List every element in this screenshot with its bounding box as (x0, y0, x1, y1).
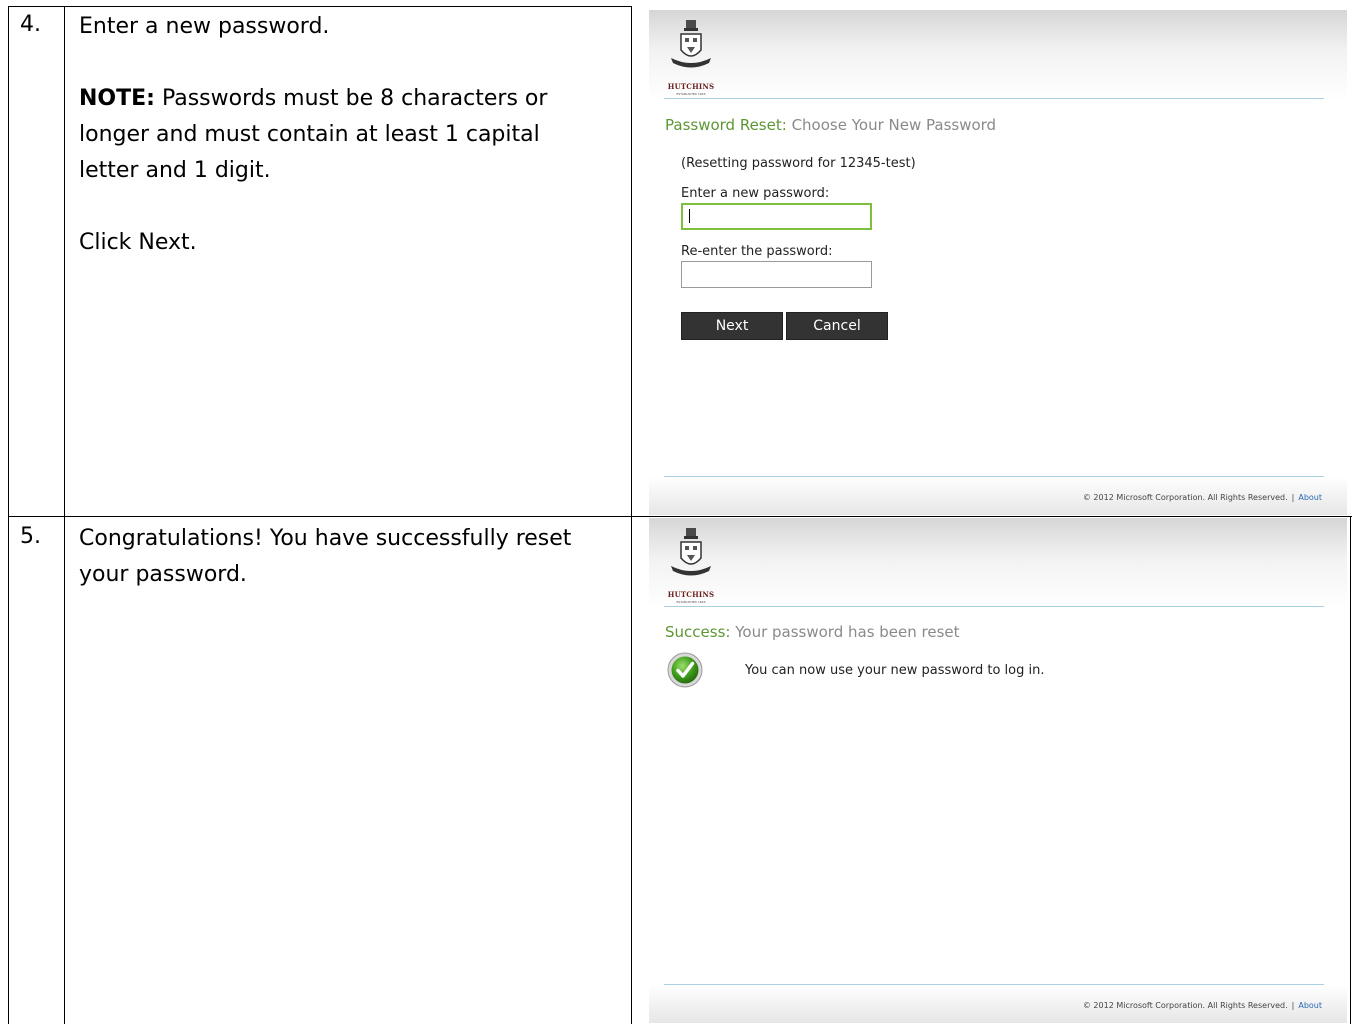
note-text-line2: longer and must contain at least 1 capit… (79, 122, 540, 147)
note-text-line3: letter and 1 digit. (79, 158, 271, 183)
reenter-password-input[interactable] (681, 261, 872, 288)
heading-title: Choose Your New Password (791, 116, 997, 134)
step-number: 4. (20, 12, 41, 37)
header-banner (649, 518, 1347, 608)
page-heading: Success: Your password has been reset (665, 623, 960, 641)
resetting-for-text: (Resetting password for 12345-test) (681, 156, 916, 171)
footer-copyright: © 2012 Microsoft Corporation. All Rights… (1082, 1001, 1288, 1010)
footer-separator: | (1291, 1001, 1295, 1010)
footer: © 2012 Microsoft Corporation. All Rights… (649, 477, 1347, 515)
cancel-button[interactable]: Cancel (786, 312, 888, 340)
hutchins-logo: HUTCHINS ESTABLISHED 1846 (663, 16, 719, 96)
table-left-border (8, 6, 9, 1024)
heading-title: Your password has been reset (735, 623, 960, 641)
school-crest-icon (671, 20, 711, 68)
heading-label: Password Reset: (665, 116, 787, 134)
text-caret (689, 209, 690, 223)
table-right-border (1350, 516, 1351, 1024)
page-heading: Password Reset: Choose Your New Password (665, 116, 996, 134)
logo-text: HUTCHINS (667, 590, 715, 599)
heading-label: Success: (665, 623, 731, 641)
step-action: Click Next. (79, 230, 197, 255)
success-checkmark-icon (667, 652, 703, 688)
password-reset-success-screenshot: HUTCHINS ESTABLISHED 1846 Success: Your … (649, 518, 1347, 1024)
footer-copyright: © 2012 Microsoft Corporation. All Rights… (1082, 493, 1288, 502)
password-reset-screenshot: HUTCHINS ESTABLISHED 1846 Password Reset… (649, 10, 1347, 515)
step-message-line1: Congratulations! You have successfully r… (79, 526, 572, 551)
footer-text: © 2012 Microsoft Corporation. All Rights… (1083, 1001, 1322, 1010)
new-password-label: Enter a new password: (681, 186, 830, 201)
footer-text: © 2012 Microsoft Corporation. All Rights… (1083, 493, 1322, 502)
password-requirements-note: NOTE: Passwords must be 8 characters or (79, 81, 619, 117)
step-number: 5. (20, 524, 41, 549)
logo-text: HUTCHINS (667, 82, 715, 91)
table-row-divider (8, 516, 1352, 517)
header-divider (664, 98, 1324, 99)
step-message: Congratulations! You have successfully r… (79, 521, 624, 593)
header-banner (649, 10, 1347, 100)
school-crest-icon (671, 528, 711, 576)
step-instruction: Enter a new password. (79, 14, 330, 39)
about-link[interactable]: About (1298, 1001, 1322, 1010)
table-top-border (8, 6, 632, 7)
logo-subtext: ESTABLISHED 1846 (676, 92, 706, 96)
new-password-input[interactable] (681, 203, 872, 230)
logo-subtext: ESTABLISHED 1846 (676, 600, 706, 604)
footer: © 2012 Microsoft Corporation. All Rights… (649, 985, 1347, 1023)
hutchins-logo: HUTCHINS ESTABLISHED 1846 (663, 524, 719, 604)
note-label: NOTE: (79, 86, 155, 111)
note-text-line1: Passwords must be 8 characters or (154, 86, 548, 111)
footer-separator: | (1291, 493, 1295, 502)
success-message: You can now use your new password to log… (745, 663, 1045, 678)
header-divider (664, 606, 1324, 607)
step-message-line2: your password. (79, 562, 247, 587)
step-instructions: Enter a new password. NOTE: Passwords mu… (79, 9, 619, 261)
reenter-password-label: Re-enter the password: (681, 244, 833, 259)
table-content-column-divider (631, 6, 632, 1024)
next-button[interactable]: Next (681, 312, 783, 340)
table-number-column-divider (64, 6, 65, 1024)
about-link[interactable]: About (1298, 493, 1322, 502)
